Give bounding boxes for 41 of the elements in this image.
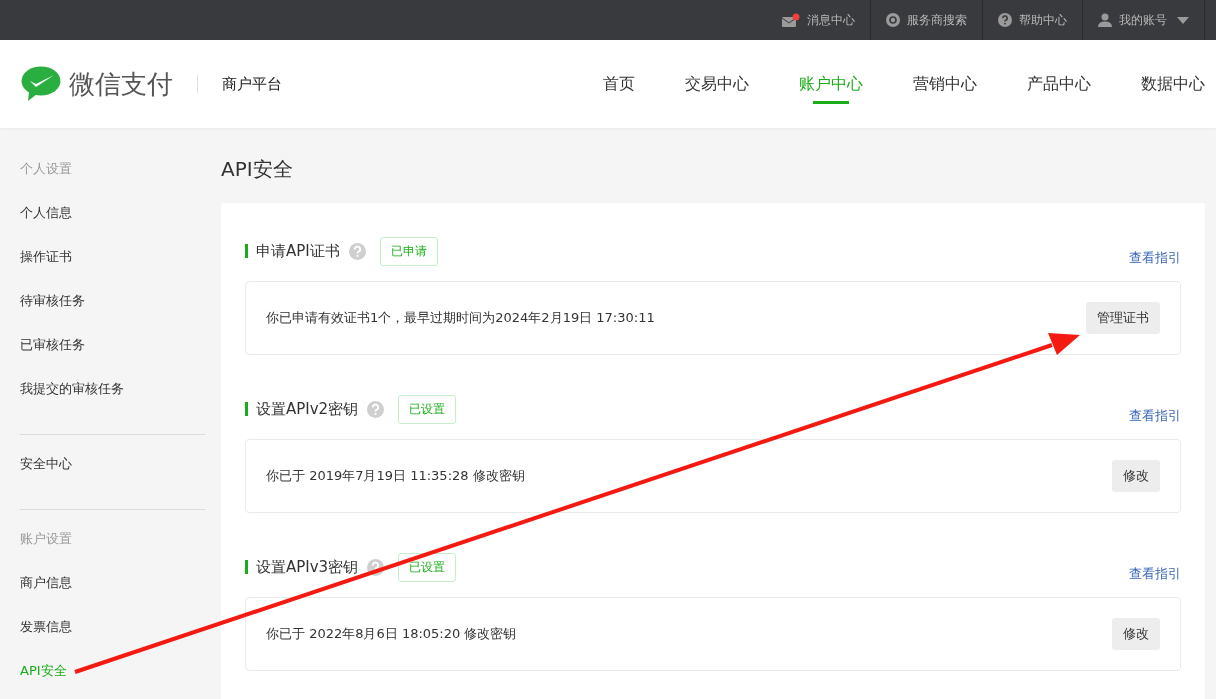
search-icon xyxy=(886,13,900,27)
sidebar-item[interactable]: 操作证书 xyxy=(20,246,205,290)
sidebar-item[interactable]: 已审核任务 xyxy=(20,334,205,378)
status-message: 你已申请有效证书1个，最早过期时间为2024年2月19日 17:30:11 xyxy=(266,309,655,327)
section-title: 设置APIv3密钥 xyxy=(245,560,359,574)
sidebar-item[interactable]: 我提交的审核任务 xyxy=(20,378,205,422)
sidebar-item[interactable]: 个人信息 xyxy=(20,202,205,246)
action-button[interactable]: 管理证书 xyxy=(1086,302,1160,334)
user-icon xyxy=(1098,13,1112,27)
platform-subtitle: 商户平台 xyxy=(222,74,282,94)
guide-link[interactable]: 查看指引 xyxy=(1129,249,1181,267)
chat-bubble-check-logo-icon xyxy=(21,66,61,102)
help-icon[interactable] xyxy=(367,558,385,576)
nav-tab[interactable]: 数据中心 xyxy=(1141,40,1205,128)
brand-name: 微信支付 xyxy=(69,67,173,101)
sidebar-item[interactable]: 商户信息 xyxy=(20,572,205,616)
sidebar-item[interactable]: 发票信息 xyxy=(20,616,205,660)
status-tag: 已申请 xyxy=(379,236,438,266)
help-icon xyxy=(998,13,1012,27)
section-title: 申请API证书 xyxy=(245,244,340,258)
section-title: 设置APIv2密钥 xyxy=(245,402,359,416)
sidebar-heading: 个人设置 xyxy=(20,160,73,178)
action-button[interactable]: 修改 xyxy=(1112,618,1160,650)
action-button[interactable]: 修改 xyxy=(1112,460,1160,492)
sidebar-item[interactable]: 待审核任务 xyxy=(20,290,205,334)
status-message: 你已于 2019年7月19日 11:35:28 修改密钥 xyxy=(266,467,525,485)
nav-tab[interactable]: 交易中心 xyxy=(685,40,749,128)
status-tag: 已设置 xyxy=(398,394,457,424)
page-title: API安全 xyxy=(221,156,294,183)
top-bar-link[interactable]: 消息中心 xyxy=(767,0,870,40)
nav-tab[interactable]: 营销中心 xyxy=(913,40,977,128)
nav-tab[interactable]: 产品中心 xyxy=(1027,40,1091,128)
status-message: 你已于 2022年8月6日 18:05:20 修改密钥 xyxy=(266,625,517,643)
guide-link[interactable]: 查看指引 xyxy=(1129,565,1181,583)
sidebar-item[interactable]: 安全中心 xyxy=(20,453,205,497)
status-tag: 已设置 xyxy=(398,552,457,582)
mail-icon xyxy=(782,13,800,27)
nav-tab[interactable]: 首页 xyxy=(603,40,635,128)
guide-link[interactable]: 查看指引 xyxy=(1129,407,1181,425)
sidebar-heading: 账户设置 xyxy=(20,530,73,548)
caret-icon xyxy=(1177,16,1189,24)
